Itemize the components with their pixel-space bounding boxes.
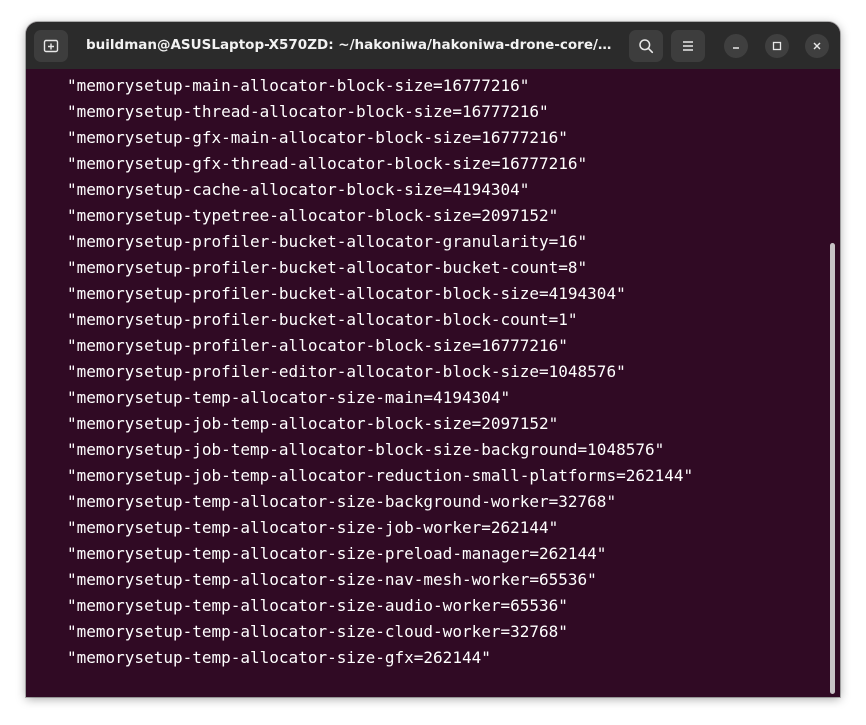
title-bar[interactable]: buildman@ASUSLaptop-X570ZD: ~/hakoniwa/h… bbox=[26, 22, 840, 69]
window-title: buildman@ASUSLaptop-X570ZD: ~/hakoniwa/h… bbox=[86, 37, 616, 53]
terminal-line: "memorysetup-temp-allocator-size-audio-w… bbox=[67, 596, 568, 615]
minimize-icon bbox=[733, 47, 739, 49]
minimize-button[interactable] bbox=[724, 34, 748, 58]
terminal-line: "memorysetup-job-temp-allocator-block-si… bbox=[67, 414, 559, 433]
terminal-output[interactable]: "memorysetup-main-allocator-block-size=1… bbox=[26, 69, 840, 697]
maximize-icon bbox=[772, 41, 782, 51]
terminal-line: "memorysetup-job-temp-allocator-block-si… bbox=[67, 440, 665, 459]
hamburger-menu-icon bbox=[683, 41, 693, 51]
new-tab-icon bbox=[43, 39, 59, 53]
search-icon bbox=[639, 39, 654, 54]
terminal-line: "memorysetup-profiler-editor-allocator-b… bbox=[67, 362, 626, 381]
terminal-line: "memorysetup-typetree-allocator-block-si… bbox=[67, 206, 559, 225]
terminal-line: "memorysetup-temp-allocator-size-job-wor… bbox=[67, 518, 559, 537]
terminal-line: "memorysetup-temp-allocator-size-main=41… bbox=[67, 388, 511, 407]
terminal-line: "memorysetup-thread-allocator-block-size… bbox=[67, 102, 549, 121]
terminal-line: "memorysetup-temp-allocator-size-preload… bbox=[67, 544, 607, 563]
terminal-line: "memorysetup-main-allocator-block-size=1… bbox=[67, 76, 530, 95]
terminal-line: "memorysetup-temp-allocator-size-gfx=262… bbox=[67, 648, 491, 667]
search-button[interactable] bbox=[629, 30, 663, 62]
terminal-window: buildman@ASUSLaptop-X570ZD: ~/hakoniwa/h… bbox=[26, 22, 840, 697]
close-button[interactable] bbox=[805, 34, 829, 58]
terminal-line: "memorysetup-profiler-bucket-allocator-b… bbox=[67, 310, 578, 329]
terminal-line: "memorysetup-temp-allocator-size-nav-mes… bbox=[67, 570, 597, 589]
scrollbar-thumb[interactable] bbox=[830, 243, 835, 694]
terminal-line: "memorysetup-profiler-allocator-block-si… bbox=[67, 336, 568, 355]
terminal-line: "memorysetup-temp-allocator-size-backgro… bbox=[67, 492, 617, 511]
terminal-line: "memorysetup-gfx-thread-allocator-block-… bbox=[67, 154, 588, 173]
new-tab-button[interactable] bbox=[34, 30, 68, 62]
terminal-line: "memorysetup-gfx-main-allocator-block-si… bbox=[67, 128, 568, 147]
menu-button[interactable] bbox=[671, 30, 705, 62]
terminal-line: "memorysetup-profiler-bucket-allocator-g… bbox=[67, 232, 588, 251]
terminal-lines: "memorysetup-main-allocator-block-size=1… bbox=[67, 73, 693, 671]
maximize-button[interactable] bbox=[765, 34, 789, 58]
terminal-line: "memorysetup-temp-allocator-size-cloud-w… bbox=[67, 622, 568, 641]
terminal-line: "memorysetup-cache-allocator-block-size=… bbox=[67, 180, 530, 199]
close-icon bbox=[813, 42, 821, 50]
terminal-line: "memorysetup-job-temp-allocator-reductio… bbox=[67, 466, 694, 485]
terminal-line: "memorysetup-profiler-bucket-allocator-b… bbox=[67, 284, 626, 303]
terminal-line: "memorysetup-profiler-bucket-allocator-b… bbox=[67, 258, 588, 277]
